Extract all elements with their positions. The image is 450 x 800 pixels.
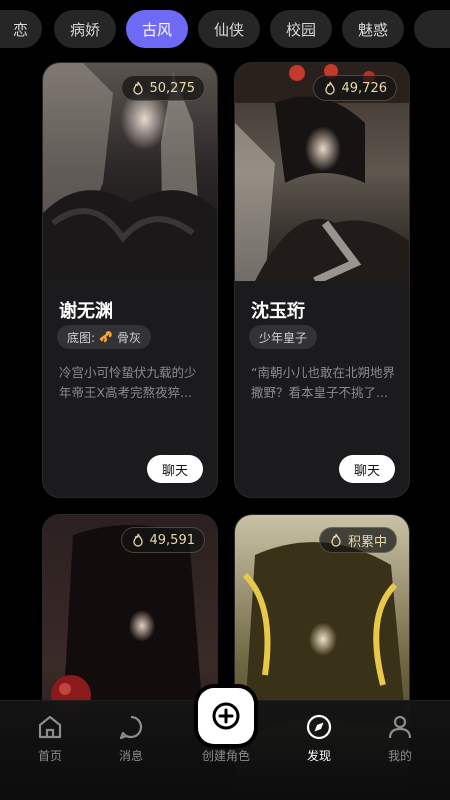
user-icon — [388, 715, 412, 739]
category-chip-gufeng[interactable]: 古风 — [126, 10, 188, 48]
tag-label: 少年皇子 — [259, 330, 308, 345]
category-label: 仙侠 — [213, 20, 244, 39]
category-label: 魅惑 — [357, 20, 388, 39]
heat-count: 49,591 — [149, 532, 196, 548]
nav-profile[interactable]: 我的 — [365, 713, 435, 764]
character-name: 谢无渊 — [59, 301, 113, 322]
compass-icon — [306, 714, 332, 740]
nav-label: 发现 — [306, 749, 331, 763]
heat-badge: 49,591 — [120, 527, 205, 553]
character-tag: 少年皇子 — [249, 325, 318, 349]
nav-label: 我的 — [387, 749, 412, 763]
description-line: “南朝小儿也敢在北朔地界 — [251, 365, 395, 380]
character-tag: 底图: 骨灰 — [57, 325, 152, 349]
character-card[interactable]: 49,726 沈玉珩 少年皇子 “南朝小儿也敢在北朔地界 撒野？看本皇子不挑了.… — [234, 62, 410, 498]
flame-icon — [132, 81, 143, 95]
nav-messages[interactable]: 消息 — [96, 713, 166, 764]
flame-icon — [331, 533, 341, 547]
heat-badge: 50,275 — [120, 75, 205, 101]
heat-badge: 49,726 — [312, 75, 397, 101]
tag-prefix: 底图: — [67, 330, 96, 345]
flame-icon — [324, 81, 335, 95]
chat-button[interactable]: 聊天 — [339, 455, 395, 483]
tag-label: 骨灰 — [117, 330, 142, 345]
flame-icon — [132, 533, 143, 547]
description-line: 冷宫小可怜蛰伏九载的少 — [59, 365, 197, 380]
category-label: 校园 — [285, 20, 316, 39]
category-chip-bingjiao[interactable]: 病娇 — [54, 10, 116, 48]
category-chip-partial-right[interactable] — [414, 10, 450, 48]
heat-count: 50,275 — [149, 80, 196, 96]
create-character-label: 创建角色 — [201, 749, 250, 763]
category-label: 病娇 — [69, 20, 100, 39]
nav-home[interactable]: 首页 — [15, 713, 85, 764]
category-label: 古风 — [141, 20, 172, 39]
bone-icon — [99, 331, 112, 343]
nav-discover[interactable]: 发现 — [284, 713, 354, 764]
category-tabs: 恋 病娇 古风 仙侠 校园 魅惑 — [0, 10, 450, 48]
description-line: 撒野？看本皇子不挑了... — [251, 385, 388, 400]
chat-button[interactable]: 聊天 — [147, 455, 203, 483]
category-chip-xianxia[interactable]: 仙侠 — [198, 10, 260, 48]
plus-circle-icon — [212, 702, 240, 730]
heat-count: 49,726 — [341, 80, 388, 96]
category-chip-partial[interactable]: 恋 — [0, 10, 42, 48]
nav-label: 首页 — [37, 749, 62, 763]
character-card[interactable]: 50,275 谢无渊 底图: 骨灰 冷宫小可怜蛰伏九载的少 年帝王X高考完熬夜猝… — [42, 62, 218, 498]
category-chip-xiaoyuan[interactable]: 校园 — [270, 10, 332, 48]
category-label: 恋 — [12, 20, 28, 39]
heat-badge: 积累中 — [318, 527, 397, 553]
heat-count: 积累中 — [347, 534, 387, 550]
create-character-button[interactable] — [198, 688, 254, 744]
character-description: “南朝小儿也敢在北朔地界 撒野？看本皇子不挑了... — [251, 363, 401, 403]
chat-bubble-icon — [119, 715, 143, 740]
character-name: 沈玉珩 — [251, 301, 305, 322]
description-line: 年帝王X高考完熬夜猝... — [59, 385, 192, 400]
category-chip-meihuo[interactable]: 魅惑 — [342, 10, 404, 48]
nav-label: 消息 — [118, 749, 143, 763]
character-description: 冷宫小可怜蛰伏九载的少 年帝王X高考完熬夜猝... — [59, 363, 209, 403]
home-icon — [38, 715, 62, 739]
